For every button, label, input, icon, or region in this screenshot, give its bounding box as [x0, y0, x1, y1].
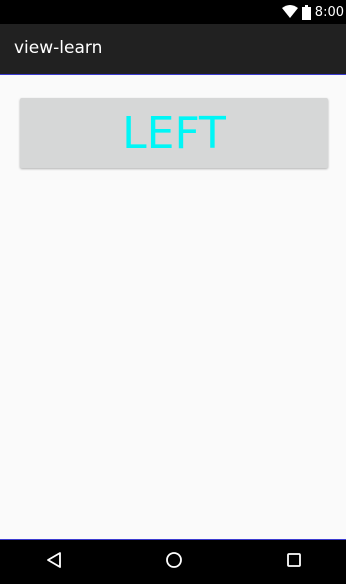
status-time: 8:00 — [314, 4, 344, 20]
recents-button[interactable] — [264, 540, 324, 584]
left-button[interactable]: LEFT — [20, 98, 328, 168]
battery-icon — [301, 4, 311, 20]
status-bar: 8:00 — [0, 0, 346, 24]
home-button[interactable] — [144, 540, 204, 584]
app-screen: 8:00 view-learn LEFT — [0, 0, 346, 584]
home-icon — [165, 551, 183, 573]
app-title: view-learn — [14, 38, 103, 58]
navigation-bar — [0, 539, 346, 584]
action-bar: view-learn — [0, 24, 346, 75]
status-icons: 8:00 — [281, 0, 344, 24]
wifi-icon — [281, 5, 298, 19]
back-button[interactable] — [24, 540, 84, 584]
main-content: LEFT — [0, 76, 346, 539]
recents-icon — [286, 552, 302, 572]
back-icon — [46, 551, 62, 573]
